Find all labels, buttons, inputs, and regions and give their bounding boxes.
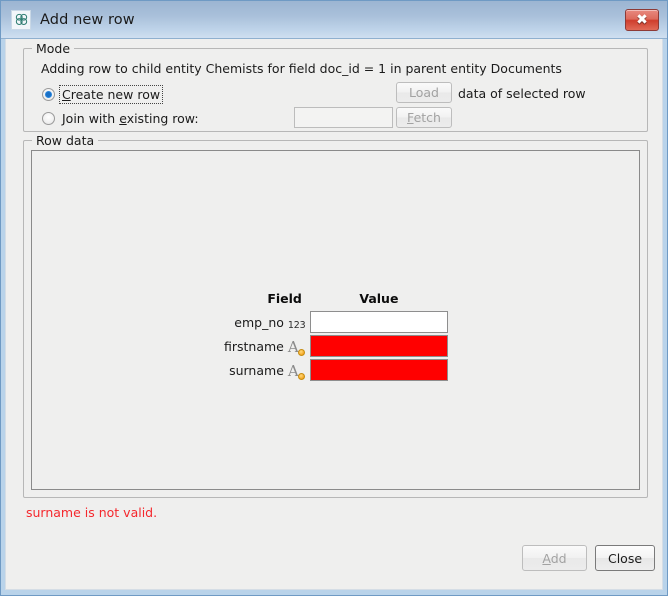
add-button-label: Add xyxy=(542,550,567,566)
load-button[interactable]: Load xyxy=(396,82,452,103)
fetch-button-label: Fetch xyxy=(407,110,441,125)
field-label-surname: surname xyxy=(229,362,284,378)
fetch-button[interactable]: Fetch xyxy=(396,107,452,128)
load-button-note: data of selected row xyxy=(458,86,586,101)
column-header-field: Field xyxy=(267,291,302,306)
field-label-firstname: firstname xyxy=(224,338,284,354)
radio-create-new-row-text-rest: reate new row xyxy=(70,86,161,102)
validation-error-message: surname is not valid. xyxy=(26,505,158,520)
load-button-label: Load xyxy=(409,85,439,100)
dialog-client-area: Mode Adding row to child entity Chemists… xyxy=(5,39,663,590)
table-row: firstname A xyxy=(224,334,448,358)
close-button-label: Close xyxy=(607,550,643,566)
field-label-emp-no: emp_no xyxy=(234,314,284,330)
warning-badge-icon xyxy=(297,348,305,356)
warning-badge-icon xyxy=(297,372,305,380)
dialog-window: Add new row ✖ Mode Adding row to child e… xyxy=(0,0,668,596)
join-row-id-input[interactable] xyxy=(294,107,393,128)
row-data-group-title: Row data xyxy=(32,133,99,148)
radio-join-existing-row[interactable]: Join with existing row: xyxy=(42,109,201,127)
mode-group-title: Mode xyxy=(32,41,75,56)
radio-create-new-row-dot[interactable] xyxy=(42,87,55,101)
window-title: Add new row xyxy=(40,11,135,28)
mode-group: Mode Adding row to child entity Chemists… xyxy=(23,41,648,132)
column-header-value: Value xyxy=(359,291,399,306)
text-type-icon: A xyxy=(288,334,310,358)
table-row: emp_no 123 xyxy=(224,310,448,334)
radio-create-new-row-label: Create new row xyxy=(58,84,164,104)
close-window-button[interactable]: ✖ xyxy=(625,8,659,31)
table-row: surname A xyxy=(224,358,448,382)
close-button[interactable]: Close xyxy=(595,545,655,571)
number-type-icon: 123 xyxy=(287,319,306,331)
row-data-panel: Field Value emp_no 123 firstname A surna… xyxy=(31,150,640,490)
value-input-emp-no[interactable] xyxy=(309,311,448,333)
add-button[interactable]: Add xyxy=(522,545,587,571)
app-flower-icon xyxy=(11,9,31,30)
field-value-table: Field Value emp_no 123 firstname A surna… xyxy=(224,291,448,382)
row-data-group: Row data Field Value emp_no 123 firstnam… xyxy=(23,133,648,498)
table-header-row: Field Value xyxy=(224,291,448,310)
mode-description: Adding row to child entity Chemists for … xyxy=(41,61,562,76)
value-input-surname[interactable] xyxy=(309,359,448,381)
text-type-icon: A xyxy=(288,358,310,382)
radio-join-existing-row-dot[interactable] xyxy=(42,111,55,125)
title-bar: Add new row ✖ xyxy=(1,1,667,39)
radio-join-existing-row-label: Join with existing row: xyxy=(62,110,199,126)
close-icon: ✖ xyxy=(636,11,648,28)
value-input-firstname[interactable] xyxy=(309,335,448,357)
radio-create-new-row[interactable]: Create new row xyxy=(42,84,164,104)
